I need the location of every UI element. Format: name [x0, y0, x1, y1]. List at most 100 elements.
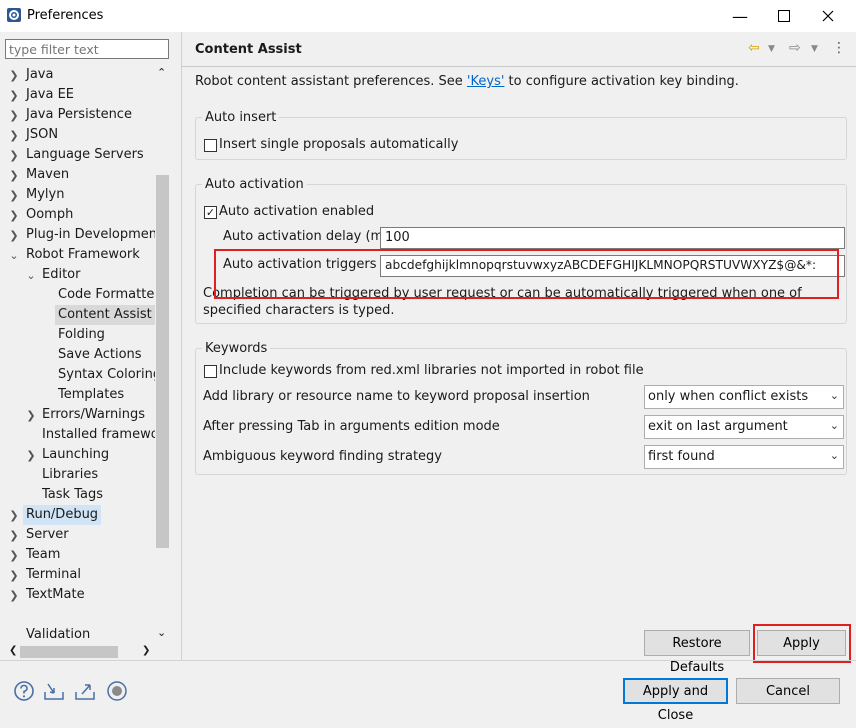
page-title: Content Assist [195, 42, 302, 57]
preferences-app-icon [7, 8, 21, 22]
restore-defaults-button[interactable]: Restore Defaults [644, 630, 750, 675]
tree-item-save-actions[interactable]: Save Actions [58, 345, 142, 365]
chevron-right-icon[interactable]: ❯ [9, 586, 19, 606]
forward-menu-chevron-icon[interactable]: ▼ [811, 44, 818, 54]
tab-mode-value: exit on last argument [648, 419, 788, 434]
chevron-right-icon[interactable]: ❯ [9, 566, 19, 586]
chevron-right-icon[interactable]: ❯ [9, 126, 19, 146]
scroll-right-icon[interactable]: ❯ [142, 645, 150, 656]
tree-hscroll-thumb[interactable] [20, 646, 118, 658]
chevron-down-icon: ⌄ [829, 389, 839, 402]
close-icon[interactable] [806, 0, 850, 32]
tree-scroll-thumb[interactable] [156, 175, 169, 548]
footer-separator [0, 660, 856, 661]
panel-divider[interactable] [181, 32, 182, 660]
tree-item-libraries[interactable]: Libraries [42, 465, 98, 485]
insert-single-checkbox[interactable] [204, 139, 217, 152]
auto-insert-legend: Auto insert [205, 110, 277, 125]
tree-item-syntax-coloring[interactable]: Syntax Coloring [58, 365, 156, 385]
window-title: Preferences [27, 8, 104, 23]
scroll-left-icon[interactable]: ❮ [9, 645, 17, 656]
chevron-right-icon[interactable]: ❯ [9, 206, 19, 226]
keys-link[interactable]: 'Keys' [467, 74, 505, 89]
tree-item-launching[interactable]: Launching [42, 445, 109, 465]
back-arrow-icon[interactable]: ⇦ [748, 40, 760, 56]
tree-item-task-tags[interactable]: Task Tags [42, 485, 103, 505]
tree-item-content-assist[interactable]: Content Assist [55, 305, 155, 325]
chevron-down-icon[interactable]: ⌄ [9, 246, 19, 266]
chevron-right-icon[interactable]: ❯ [26, 446, 36, 466]
auto-activation-legend: Auto activation [205, 177, 304, 192]
add-library-label: Add library or resource name to keyword … [203, 389, 590, 404]
tree-item-editor[interactable]: Editor [42, 265, 80, 285]
tree-item-folding[interactable]: Folding [58, 325, 105, 345]
tree-item-language-servers[interactable]: Language Servers [26, 145, 144, 165]
activation-delay-input[interactable]: 100 [380, 227, 845, 249]
scroll-down-icon[interactable]: ⌄ [157, 626, 166, 639]
auto-activation-enabled-label: Auto activation enabled [219, 204, 375, 219]
view-menu-icon[interactable]: ⋮ [832, 40, 846, 56]
preference-tree: ❯ Java ❯ Java EE ❯ Java Persistence ❯ JS… [0, 64, 156, 644]
auto-activation-enabled-checkbox[interactable]: ✓ [204, 206, 217, 219]
highlight-box-apply [753, 624, 851, 663]
tree-item-mylyn[interactable]: Mylyn [26, 185, 64, 205]
header-separator [182, 66, 856, 67]
tree-item-installed-framework[interactable]: Installed framework [42, 425, 156, 445]
import-icon[interactable] [43, 680, 65, 702]
forward-arrow-icon[interactable]: ⇨ [789, 40, 801, 56]
chevron-right-icon[interactable]: ❯ [9, 146, 19, 166]
add-library-value: only when conflict exists [648, 389, 809, 404]
tree-item-server[interactable]: Server [26, 525, 69, 545]
chevron-right-icon[interactable]: ❯ [9, 166, 19, 186]
tree-item-terminal[interactable]: Terminal [26, 565, 81, 585]
tree-item-json[interactable]: JSON [26, 125, 58, 145]
chevron-right-icon[interactable]: ❯ [9, 86, 19, 106]
auto-insert-group: Auto insert [195, 110, 847, 160]
tree-item-run-debug[interactable]: Run/Debug [23, 505, 102, 525]
filter-input[interactable] [5, 39, 169, 59]
tree-item-validation[interactable]: Validation [26, 625, 90, 644]
chevron-right-icon[interactable]: ❯ [26, 406, 36, 426]
tree-item-textmate[interactable]: TextMate [26, 585, 85, 605]
maximize-icon[interactable] [762, 0, 806, 32]
tree-item-java[interactable]: Java [26, 65, 53, 85]
tree-item-oomph[interactable]: Oomph [26, 205, 73, 225]
tab-mode-select[interactable]: exit on last argument ⌄ [644, 415, 844, 439]
tree-item-java-persistence[interactable]: Java Persistence [26, 105, 132, 125]
chevron-right-icon[interactable]: ❯ [9, 226, 19, 246]
tree-item-code-formatter[interactable]: Code Formatter [58, 285, 156, 305]
chevron-right-icon[interactable]: ❯ [9, 546, 19, 566]
record-icon[interactable] [106, 680, 128, 702]
keywords-legend: Keywords [205, 341, 268, 356]
tree-item-templates[interactable]: Templates [58, 385, 124, 405]
chevron-right-icon[interactable]: ❯ [9, 66, 19, 86]
include-keywords-label: Include keywords from red.xml libraries … [219, 363, 644, 378]
tree-item-maven[interactable]: Maven [26, 165, 69, 185]
chevron-down-icon: ⌄ [829, 419, 839, 432]
tree-item-errors-warnings[interactable]: Errors/Warnings [42, 405, 145, 425]
tree-item-java-ee[interactable]: Java EE [26, 85, 74, 105]
export-icon[interactable] [74, 680, 96, 702]
ambiguous-strategy-label: Ambiguous keyword finding strategy [203, 449, 442, 464]
cancel-button[interactable]: Cancel [736, 678, 840, 704]
apply-and-close-button[interactable]: Apply and Close [623, 678, 728, 723]
chevron-down-icon[interactable]: ⌄ [26, 266, 36, 286]
page-description: Robot content assistant preferences. See… [195, 74, 739, 89]
include-keywords-checkbox[interactable] [204, 365, 217, 378]
chevron-right-icon[interactable]: ❯ [9, 526, 19, 546]
insert-single-label: Insert single proposals automatically [219, 137, 459, 152]
chevron-right-icon[interactable]: ❯ [9, 506, 19, 526]
activation-delay-label: Auto activation delay (ms) [223, 229, 396, 244]
tree-item-plugin-development[interactable]: Plug-in Development [26, 225, 156, 245]
ambiguous-strategy-select[interactable]: first found ⌄ [644, 445, 844, 469]
add-library-select[interactable]: only when conflict exists ⌄ [644, 385, 844, 409]
back-menu-chevron-icon[interactable]: ▼ [768, 44, 775, 54]
highlight-box-triggers [214, 249, 839, 299]
scroll-up-icon[interactable]: ⌃ [157, 66, 166, 79]
tree-item-robot-framework[interactable]: Robot Framework [26, 245, 140, 265]
chevron-right-icon[interactable]: ❯ [9, 186, 19, 206]
tree-item-team[interactable]: Team [26, 545, 60, 565]
chevron-right-icon[interactable]: ❯ [9, 106, 19, 126]
minimize-icon[interactable]: — [718, 0, 762, 32]
help-icon[interactable] [13, 680, 35, 702]
